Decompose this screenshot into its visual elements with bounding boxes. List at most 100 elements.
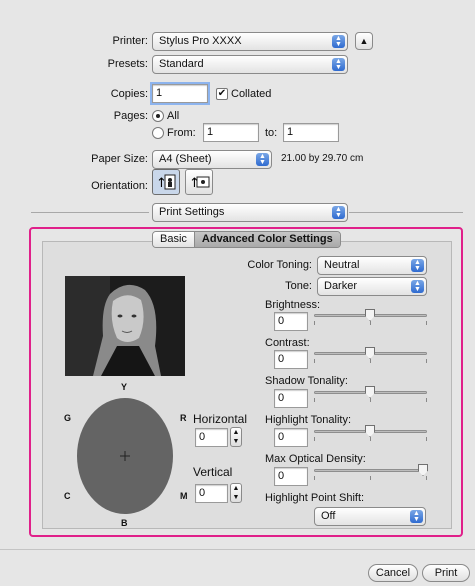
slider-tick <box>314 437 315 441</box>
contrast-field[interactable]: 0 <box>274 350 308 369</box>
section-popup[interactable]: Print Settings ▲ ▼ <box>152 203 348 222</box>
wheel-label-c: C <box>64 491 71 501</box>
pages-from-field[interactable]: 1 <box>203 123 259 142</box>
paper-size-popup[interactable]: A4 (Sheet) ▲ ▼ <box>152 150 272 169</box>
popup-arrows-icon: ▲ ▼ <box>411 280 424 293</box>
footer-separator <box>0 549 475 550</box>
pages-to-field[interactable]: 1 <box>283 123 339 142</box>
paper-dimensions: 21.00 by 29.70 cm <box>281 153 364 164</box>
print-button[interactable]: Print <box>422 564 470 582</box>
printer-value: Stylus Pro XXXX <box>159 35 242 47</box>
wheel-label-g: G <box>64 413 72 423</box>
stepper-arrows-icon: ▲ ▼ <box>232 485 240 501</box>
max-optical-density-field[interactable]: 0 <box>274 467 308 486</box>
pages-all-radio[interactable] <box>152 110 164 122</box>
tone-label: Tone: <box>285 280 312 292</box>
pages-to-label: to: <box>265 127 278 139</box>
separator-right <box>349 212 463 213</box>
paper-size-label: Paper Size: <box>91 153 148 165</box>
highlight-tonality-slider[interactable] <box>314 425 427 441</box>
color-wheel-graphic <box>77 398 173 514</box>
triangle-up-icon: ▲ <box>359 36 369 46</box>
portrait-orientation-icon: ↑ <box>156 174 176 191</box>
checkmark-icon: ✔ <box>217 88 227 99</box>
tone-value: Darker <box>324 280 358 292</box>
popup-arrows-icon: ▲ ▼ <box>332 58 345 71</box>
vertical-stepper[interactable]: ▲ ▼ <box>230 483 242 503</box>
shadow-tonality-slider[interactable] <box>314 386 427 402</box>
pages-from-radio[interactable] <box>152 127 164 139</box>
cancel-button[interactable]: Cancel <box>368 564 418 582</box>
stepper-arrows-icon: ▲ ▼ <box>232 429 240 445</box>
collated-checkbox[interactable]: ✔ <box>216 88 228 100</box>
highlight-point-shift-label: Highlight Point Shift: <box>265 492 365 504</box>
wheel-label-r: R <box>180 413 187 423</box>
slider-tick <box>314 398 315 402</box>
horizontal-stepper[interactable]: ▲ ▼ <box>230 427 242 447</box>
separator-left <box>31 212 149 213</box>
landscape-orientation-icon: ↑ <box>189 176 210 191</box>
slider-tick <box>370 437 371 441</box>
presets-popup[interactable]: Standard ▲ ▼ <box>152 55 348 74</box>
popup-arrows-icon: ▲ ▼ <box>332 206 345 219</box>
paper-size-value: A4 (Sheet) <box>159 153 212 165</box>
brightness-slider[interactable] <box>314 309 427 325</box>
slider-tick <box>314 359 315 363</box>
pages-all-label: All <box>167 110 180 122</box>
collated-label: Collated <box>231 88 272 100</box>
slider-tick <box>370 321 371 325</box>
printer-label: Printer: <box>112 35 148 47</box>
highlight-tonality-field[interactable]: 0 <box>274 428 308 447</box>
slider-tick <box>426 398 427 402</box>
popup-arrows-icon: ▲ ▼ <box>256 153 269 166</box>
brightness-field[interactable]: 0 <box>274 312 308 331</box>
horizontal-label: Horizontal <box>193 412 248 426</box>
shadow-tonality-field[interactable]: 0 <box>274 389 308 408</box>
color-toning-value: Neutral <box>324 259 360 271</box>
highlight-point-shift-value: Off <box>321 510 336 522</box>
tab-basic[interactable]: Basic <box>153 232 195 247</box>
tone-popup[interactable]: Darker ▲ ▼ <box>317 277 427 296</box>
presets-value: Standard <box>159 58 204 70</box>
printer-popup[interactable]: Stylus Pro XXXX ▲ ▼ <box>152 32 348 51</box>
slider-tick <box>370 476 371 480</box>
vertical-field[interactable]: 0 <box>195 484 228 503</box>
presets-label: Presets: <box>107 58 148 70</box>
portrait-button[interactable]: ↑ <box>152 169 180 195</box>
highlight-point-shift-popup[interactable]: Off ▲ ▼ <box>314 507 426 526</box>
section-popup-value: Print Settings <box>159 206 225 218</box>
print-dialog: Printer: Stylus Pro XXXX ▲ ▼ ▲ Presets: S… <box>0 0 475 586</box>
slider-tick <box>426 359 427 363</box>
popup-arrows-icon: ▲ ▼ <box>410 510 423 523</box>
slider-tick <box>426 437 427 441</box>
color-wheel[interactable] <box>76 396 174 516</box>
copies-field[interactable]: 1 <box>150 82 210 105</box>
contrast-slider[interactable] <box>314 347 427 363</box>
contrast-label: Contrast: <box>265 337 310 349</box>
orientation-label: Orientation: <box>91 180 148 192</box>
slider-thumb[interactable] <box>365 309 375 321</box>
vertical-label: Vertical <box>193 465 233 479</box>
slider-thumb[interactable] <box>365 347 375 359</box>
popup-arrows-icon: ▲ ▼ <box>411 259 424 272</box>
slider-thumb[interactable] <box>365 425 375 437</box>
brightness-label: Brightness: <box>265 299 321 311</box>
slider-track <box>314 469 427 472</box>
wheel-label-m: M <box>180 491 188 501</box>
disclosure-button[interactable]: ▲ <box>355 32 373 50</box>
slider-tick <box>370 398 371 402</box>
tab-advanced-color-settings[interactable]: Advanced Color Settings <box>194 232 340 247</box>
color-toning-popup[interactable]: Neutral ▲ ▼ <box>317 256 427 275</box>
slider-thumb[interactable] <box>365 386 375 398</box>
preview-photo <box>65 276 185 376</box>
color-toning-label: Color Toning: <box>247 259 312 271</box>
landscape-button[interactable]: ↑ <box>185 169 213 195</box>
slider-thumb[interactable] <box>418 464 428 476</box>
slider-tick <box>426 476 427 480</box>
copies-label: Copies: <box>110 88 148 100</box>
slider-tick <box>314 321 315 325</box>
horizontal-field[interactable]: 0 <box>195 428 228 447</box>
pages-label: Pages: <box>113 110 148 122</box>
popup-arrows-icon: ▲ ▼ <box>332 35 345 48</box>
max-optical-density-slider[interactable] <box>314 464 428 480</box>
